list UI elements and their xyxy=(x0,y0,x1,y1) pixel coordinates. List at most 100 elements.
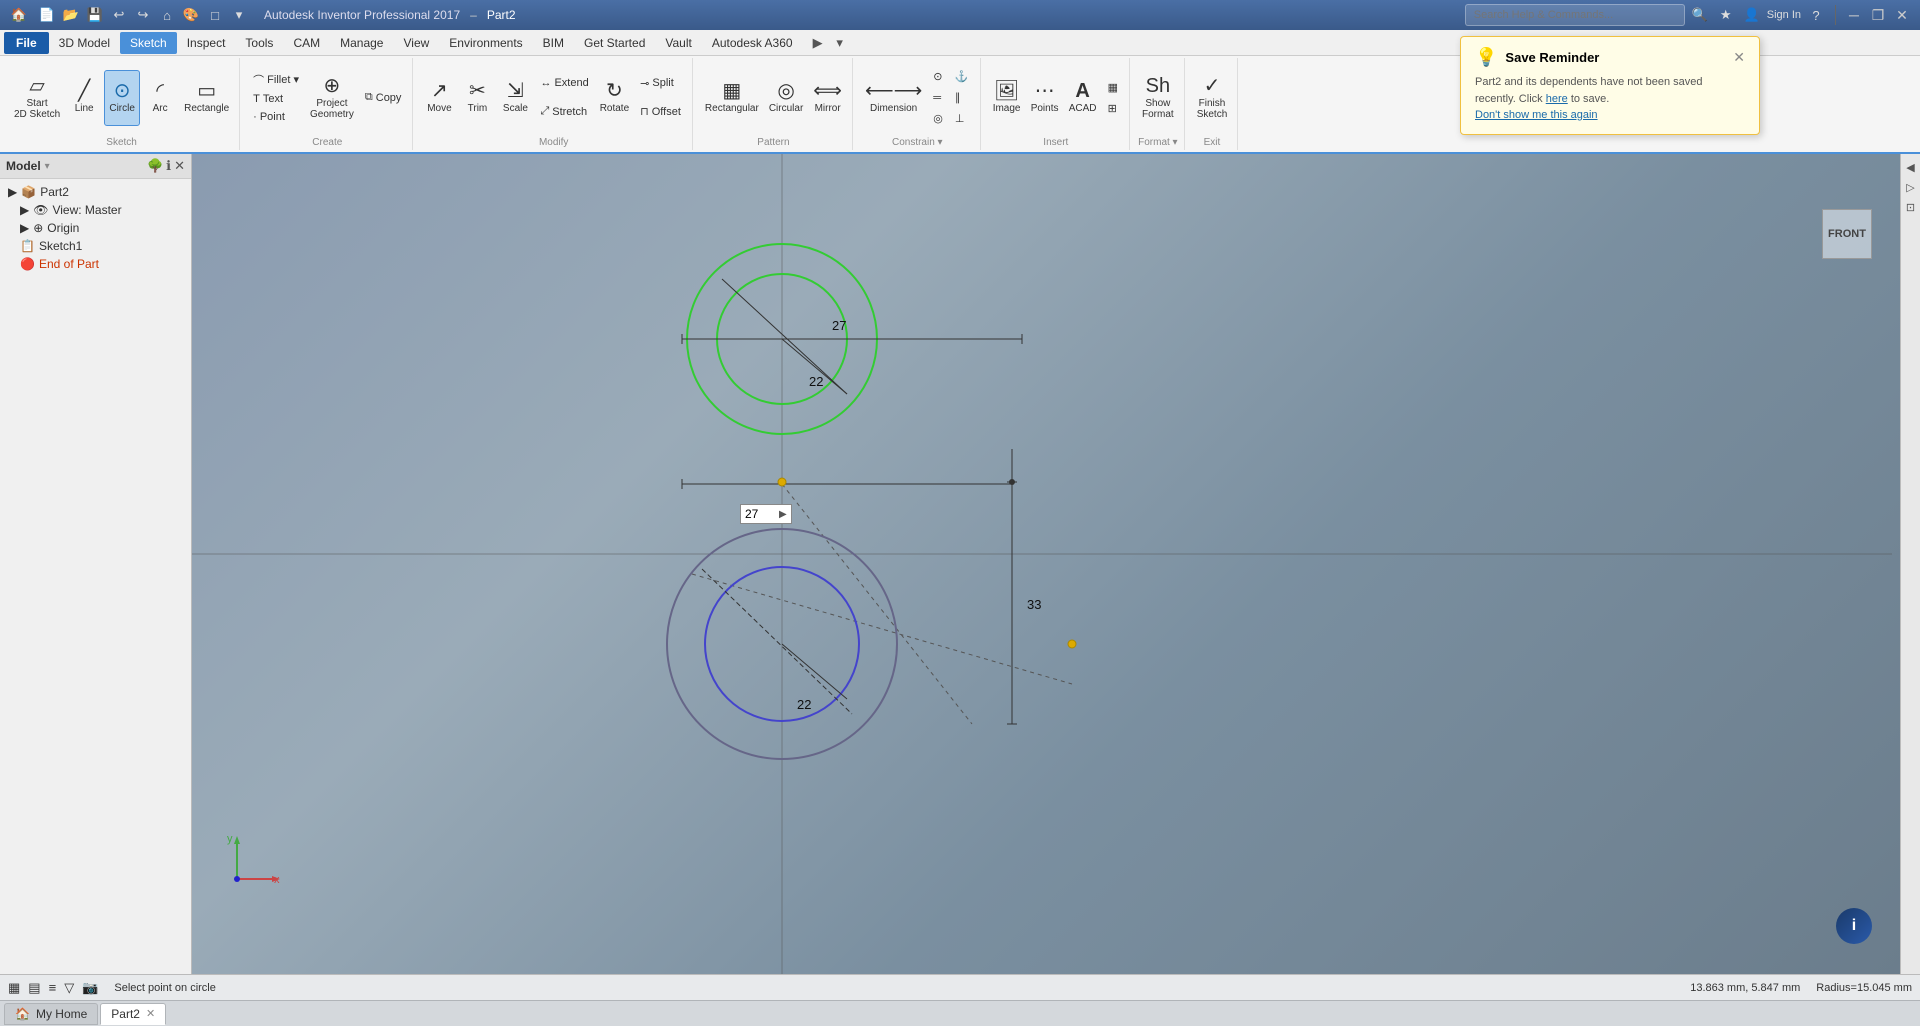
menu-bim[interactable]: BIM xyxy=(533,32,574,54)
layout-icon-3[interactable]: ≡ xyxy=(49,980,57,995)
point-button[interactable]: · Point xyxy=(248,109,304,126)
rectangular-button[interactable]: ▦ Rectangular xyxy=(701,70,763,126)
taskbar-tab-part2[interactable]: Part2 ✕ xyxy=(100,1003,166,1025)
perpendicular-button[interactable]: ⊥ xyxy=(950,109,974,129)
points-button[interactable]: ⋯ Points xyxy=(1027,70,1063,126)
menu-sketch[interactable]: Sketch xyxy=(120,32,177,54)
undo-button[interactable]: ↩ xyxy=(108,4,130,26)
menu-inspect[interactable]: Inspect xyxy=(177,32,236,54)
help-icon[interactable]: ? xyxy=(1805,4,1827,26)
menu-get-started[interactable]: Get Started xyxy=(574,32,655,54)
fillet-button[interactable]: ⌒ Fillet ▾ xyxy=(248,70,304,90)
search-icon[interactable]: 🔍 xyxy=(1689,4,1711,26)
materials-button[interactable]: 🎨 xyxy=(180,4,202,26)
finish-sketch-button[interactable]: ✓ FinishSketch xyxy=(1193,70,1232,126)
save-button[interactable]: 💾 xyxy=(84,4,106,26)
dimension-input[interactable] xyxy=(745,507,775,521)
menu-manage[interactable]: Manage xyxy=(330,32,393,54)
show-format-button[interactable]: Sh ShowFormat xyxy=(1138,70,1178,126)
menu-3d-model[interactable]: 3D Model xyxy=(49,32,120,54)
move-button[interactable]: ↗ Move xyxy=(421,70,457,126)
default-view-button[interactable]: □ xyxy=(204,4,226,26)
tree-item-end-of-part[interactable]: 🔴 End of Part xyxy=(4,255,187,273)
collinear-button[interactable]: ═ xyxy=(928,88,948,108)
favorites-icon[interactable]: ★ xyxy=(1715,4,1737,26)
taskbar-tab-home[interactable]: 🏠 My Home xyxy=(4,1003,98,1025)
menu-view[interactable]: View xyxy=(393,32,439,54)
image-button[interactable]: 🖼 Image xyxy=(989,70,1025,126)
menu-video-icon[interactable]: ▶ xyxy=(807,32,829,54)
trim-button[interactable]: ✂ Trim xyxy=(459,70,495,126)
circle-button[interactable]: ⊙ Circle xyxy=(104,70,140,126)
rotate-button[interactable]: ↻ Rotate xyxy=(596,70,633,126)
canvas[interactable]: FRONT xyxy=(192,154,1900,974)
user-icon[interactable]: 👤 xyxy=(1741,4,1763,26)
insert-small-1[interactable]: ▦ xyxy=(1103,77,1123,97)
origin-icon: ⊕ xyxy=(33,221,43,235)
panel-btn-1[interactable]: ◀ xyxy=(1902,158,1920,176)
coincident-button[interactable]: ⊙ xyxy=(928,67,948,87)
layout-icon-1[interactable]: ▦ xyxy=(8,980,20,996)
start-2d-sketch-button[interactable]: ▱ Start2D Sketch xyxy=(10,70,64,126)
split-button[interactable]: ⊸ Split xyxy=(635,73,686,93)
new-button[interactable]: 📄 xyxy=(36,4,58,26)
radius-display: Radius=15.045 mm xyxy=(1816,982,1912,994)
text-button[interactable]: T Text xyxy=(248,91,304,108)
tree-item-origin[interactable]: ▶ ⊕ Origin xyxy=(4,219,187,237)
restore-button[interactable]: ❐ xyxy=(1868,5,1888,25)
layout-icon-4[interactable]: ▽ xyxy=(64,980,74,996)
menu-environments[interactable]: Environments xyxy=(439,32,532,54)
circular-button[interactable]: ◎ Circular xyxy=(765,70,807,126)
dimension-button[interactable]: ⟵⟶ Dimension xyxy=(861,70,926,126)
project-geometry-button[interactable]: ⊕ ProjectGeometry xyxy=(306,70,358,126)
menu-vault[interactable]: Vault xyxy=(655,32,701,54)
layout-icon-2[interactable]: ▤ xyxy=(28,980,40,996)
dimension-input-box[interactable]: ▶ xyxy=(740,504,792,524)
stretch-button[interactable]: ⤢ Stretch xyxy=(535,102,593,122)
concentric-button[interactable]: ◎ xyxy=(928,109,948,129)
model-dropdown[interactable]: ▾ xyxy=(45,161,50,172)
close-button[interactable]: ✕ xyxy=(1892,5,1912,25)
search-input[interactable] xyxy=(1465,4,1685,26)
inventor-logo: i xyxy=(1836,908,1872,944)
info-icon[interactable]: ℹ xyxy=(166,158,171,174)
insert-small-2[interactable]: ⊞ xyxy=(1103,98,1123,118)
tab-close-icon[interactable]: ✕ xyxy=(146,1007,155,1020)
tree-icon[interactable]: 🌳 xyxy=(147,158,163,174)
offset-button[interactable]: ⊓ Offset xyxy=(635,102,686,122)
parallel-button[interactable]: ∥ xyxy=(950,88,974,108)
rectangle-button[interactable]: ▭ Rectangle xyxy=(180,70,233,126)
arc-button[interactable]: ◜ Arc xyxy=(142,70,178,126)
menu-file[interactable]: File xyxy=(4,32,49,54)
minimize-button[interactable]: ─ xyxy=(1844,5,1864,25)
panel-btn-2[interactable]: ▷ xyxy=(1902,178,1920,196)
input-arrow-icon[interactable]: ▶ xyxy=(779,509,787,520)
redo-button[interactable]: ↪ xyxy=(132,4,154,26)
panel-btn-3[interactable]: ⊡ xyxy=(1902,198,1920,216)
scale-button[interactable]: ⇲ Scale xyxy=(497,70,533,126)
menu-tools[interactable]: Tools xyxy=(235,32,283,54)
sidebar-close-icon[interactable]: ✕ xyxy=(174,158,185,174)
menu-cam[interactable]: CAM xyxy=(283,32,330,54)
open-button[interactable]: 📂 xyxy=(60,4,82,26)
tree-item-part2[interactable]: ▶ 📦 Part2 xyxy=(4,183,187,201)
acad-button[interactable]: A ACAD xyxy=(1065,70,1101,126)
tree-item-sketch1[interactable]: 📋 Sketch1 xyxy=(4,237,187,255)
tree-item-view-master[interactable]: ▶ 👁 View: Master xyxy=(4,201,187,219)
dropdown-arrow[interactable]: ▾ xyxy=(228,4,250,26)
construction-line-1 xyxy=(692,574,1072,684)
mirror-button[interactable]: ⟺ Mirror xyxy=(809,70,846,126)
sign-in-label[interactable]: Sign In xyxy=(1767,9,1801,21)
copy-button[interactable]: ⧉ Copy xyxy=(360,88,407,108)
menu-dropdown[interactable]: ▾ xyxy=(829,32,851,54)
reminder-close-button[interactable]: ✕ xyxy=(1733,49,1745,66)
menu-autodesk-a360[interactable]: Autodesk A360 xyxy=(702,32,803,54)
fix-button[interactable]: ⚓ xyxy=(950,67,974,87)
reminder-dismiss-link[interactable]: Don't show me this again xyxy=(1475,109,1598,121)
home-nav-button[interactable]: ⌂ xyxy=(156,4,178,26)
app-icon[interactable]: 🏠 xyxy=(8,4,30,26)
camera-icon[interactable]: 📷 xyxy=(82,980,98,996)
extend-button[interactable]: ↔ Extend xyxy=(535,73,593,93)
line-button[interactable]: ╱ Line xyxy=(66,70,102,126)
reminder-link[interactable]: here xyxy=(1546,93,1568,105)
